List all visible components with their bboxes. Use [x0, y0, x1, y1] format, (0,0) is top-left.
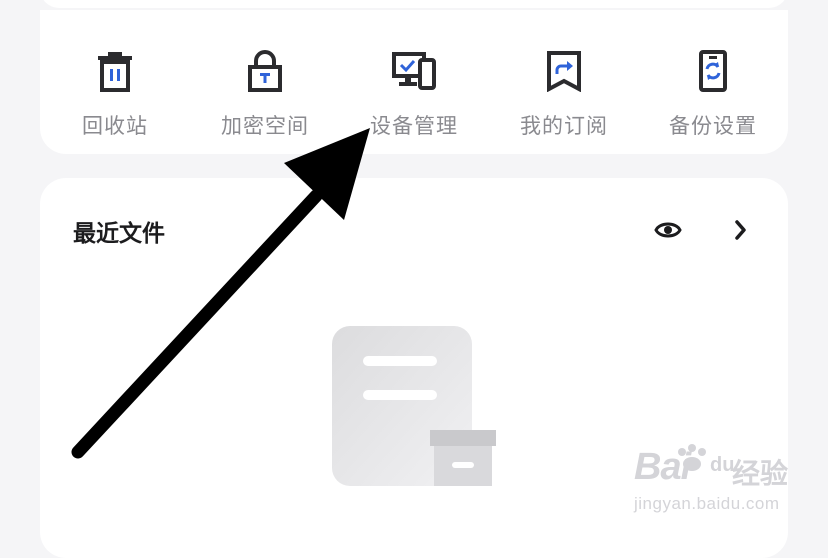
- watermark-brand-du: du: [710, 454, 735, 476]
- watermark-url: jingyan.baidu.com: [634, 494, 780, 513]
- watermark-product: 经验: [732, 458, 789, 489]
- paw-icon: [678, 444, 706, 471]
- baidu-jingyan-watermark: Bai du 经验 jingyan.baidu.com: [634, 444, 794, 520]
